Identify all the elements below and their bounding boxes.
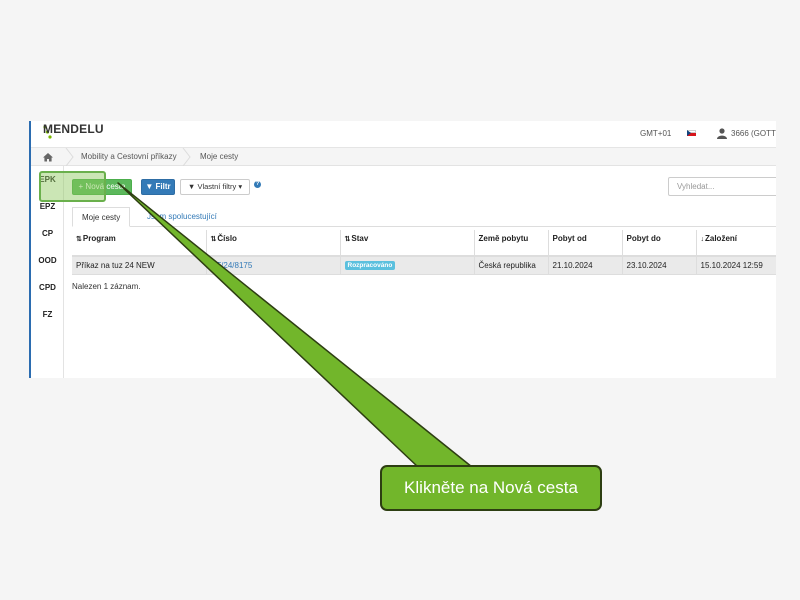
sidebar-item-ood[interactable]: OOD bbox=[31, 256, 64, 265]
breadcrumb-moje-cesty[interactable]: Moje cesty bbox=[200, 152, 238, 161]
new-trip-highlight bbox=[39, 171, 106, 202]
column-header-pobyt-od[interactable]: Pobyt od bbox=[548, 230, 623, 257]
table-header-row: ⇅ Program ⇅ Číslo ⇅ Stav Země pobytu Pobyt … bbox=[72, 230, 776, 257]
sidebar-item-epz[interactable]: EPZ bbox=[31, 202, 64, 211]
status-badge: Rozpracováno bbox=[344, 261, 396, 271]
filter-button-label: Filtr bbox=[155, 182, 171, 191]
table-row[interactable]: Příkaz na tuz 24 NEW CT/24/8175 Rozpraco… bbox=[72, 256, 776, 275]
filter-icon: ▼ bbox=[187, 182, 196, 191]
filter-button[interactable]: ▼ Filtr bbox=[141, 179, 175, 195]
timezone-label[interactable]: GMT+01 bbox=[640, 129, 671, 138]
cell-program: Příkaz na tuz 24 NEW bbox=[72, 256, 207, 275]
cell-stav: Rozpracováno bbox=[340, 256, 475, 275]
sort-icon: ⇅ bbox=[76, 236, 82, 243]
results-count: Nalezen 1 záznam. bbox=[72, 282, 141, 291]
top-bar: MENDELU GMT+01 3666 (GOTTF bbox=[31, 121, 776, 148]
user-name[interactable]: 3666 (GOTTF bbox=[731, 129, 776, 138]
sort-desc-icon: ↓ bbox=[700, 236, 704, 243]
cell-zeme: Česká republika bbox=[474, 256, 549, 275]
sidebar-item-cpd[interactable]: CPD bbox=[31, 283, 64, 292]
sidebar-item-fz[interactable]: FZ bbox=[31, 310, 64, 319]
help-icon[interactable]: ? bbox=[254, 181, 261, 188]
column-header-zeme[interactable]: Země pobytu bbox=[474, 230, 549, 257]
search-input[interactable] bbox=[668, 177, 776, 196]
cell-pobyt-do: 23.10.2024 bbox=[622, 256, 697, 275]
trips-table: ⇅ Program ⇅ Číslo ⇅ Stav Země pobytu Pobyt … bbox=[72, 230, 776, 275]
column-header-stav[interactable]: ⇅ Stav bbox=[340, 230, 475, 257]
column-header-program[interactable]: ⇅ Program bbox=[72, 230, 207, 257]
cell-cislo[interactable]: CT/24/8175 bbox=[206, 256, 341, 275]
main-content: + Nová cesta ▼ Filtr ▼ Vlastní filtry ▾ … bbox=[64, 166, 776, 378]
custom-filters-button[interactable]: ▼ Vlastní filtry ▾ bbox=[180, 179, 250, 195]
breadcrumb-mobility[interactable]: Mobility a Cestovní příkazy bbox=[81, 152, 177, 161]
czech-flag-icon[interactable] bbox=[687, 130, 696, 136]
sort-icon: ⇅ bbox=[344, 236, 351, 243]
instruction-callout: Klikněte na Nová cesta bbox=[380, 465, 602, 511]
logo-text: MENDELU bbox=[43, 122, 104, 136]
app-window: MENDELU GMT+01 3666 (GOTTF Mobility a Ce… bbox=[29, 121, 776, 378]
tab-bar: Moje cesty Jsem spolucestující bbox=[72, 207, 776, 227]
tab-spolucestujici[interactable]: Jsem spolucestující bbox=[138, 207, 226, 227]
cell-pobyt-od: 21.10.2024 bbox=[548, 256, 623, 275]
column-header-cislo[interactable]: ⇅ Číslo bbox=[206, 230, 341, 257]
cell-zalozeni: 15.10.2024 12:59 bbox=[696, 256, 776, 275]
breadcrumb-separator-icon bbox=[182, 148, 191, 166]
sidebar-item-cp[interactable]: CP bbox=[31, 229, 64, 238]
column-header-zalozeni[interactable]: ↓ Založení bbox=[696, 230, 776, 257]
breadcrumb-separator-icon bbox=[65, 148, 74, 166]
caret-down-icon: ▾ bbox=[238, 182, 243, 191]
user-icon[interactable] bbox=[717, 128, 727, 139]
filter-icon: ▼ bbox=[145, 182, 154, 191]
column-header-pobyt-do[interactable]: Pobyt do bbox=[622, 230, 697, 257]
tab-moje-cesty[interactable]: Moje cesty bbox=[72, 207, 131, 227]
custom-filters-label: Vlastní filtry bbox=[197, 182, 237, 191]
sort-icon: ⇅ bbox=[210, 236, 217, 243]
home-icon[interactable] bbox=[43, 152, 53, 162]
breadcrumb: Mobility a Cestovní příkazy Moje cesty bbox=[31, 148, 776, 166]
